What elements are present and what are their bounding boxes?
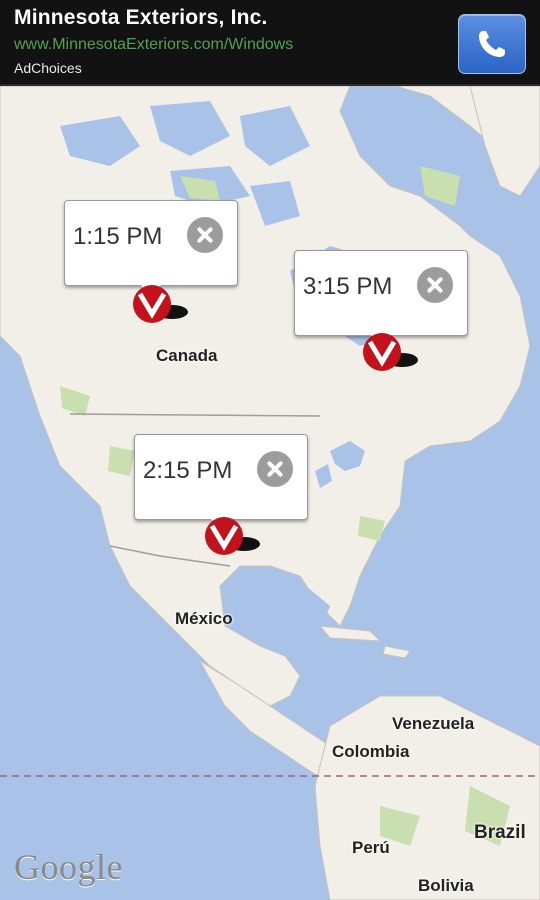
callout-time: 1:15 PM <box>73 223 163 250</box>
map-label-bolivia: Bolivia <box>418 876 474 895</box>
callout-time: 3:15 PM <box>303 273 393 300</box>
map-label-peru: Perú <box>352 838 390 857</box>
map-marker-icon[interactable] <box>120 284 190 328</box>
phone-icon <box>479 31 505 57</box>
map-marker-icon[interactable] <box>350 332 420 376</box>
map-label-canada: Canada <box>156 346 218 365</box>
callout-time: 2:15 PM <box>143 457 233 484</box>
close-icon[interactable] <box>187 217 223 253</box>
close-icon[interactable] <box>257 451 293 487</box>
map-label-colombia: Colombia <box>332 742 410 761</box>
map-label-brazil: Brazil <box>474 822 526 843</box>
ad-choices-link[interactable]: AdChoices <box>14 60 82 76</box>
call-button[interactable] <box>458 14 526 74</box>
ad-url[interactable]: www.MinnesotaExteriors.com/Windows <box>14 36 293 54</box>
map-label-mexico: México <box>175 609 233 628</box>
google-attribution-logo: Google <box>14 847 123 887</box>
pin-callout[interactable]: 2:15 PM <box>134 434 308 529</box>
ad-title[interactable]: Minnesota Exteriors, Inc. <box>14 6 268 30</box>
close-icon[interactable] <box>417 267 453 303</box>
map-label-venezuela: Venezuela <box>392 714 475 733</box>
pin-callout[interactable]: 1:15 PM <box>64 200 238 295</box>
map-marker-icon[interactable] <box>192 516 262 560</box>
pin-callout[interactable]: 3:15 PM <box>294 250 468 345</box>
ad-banner[interactable]: Minnesota Exteriors, Inc. www.MinnesotaE… <box>0 0 540 86</box>
